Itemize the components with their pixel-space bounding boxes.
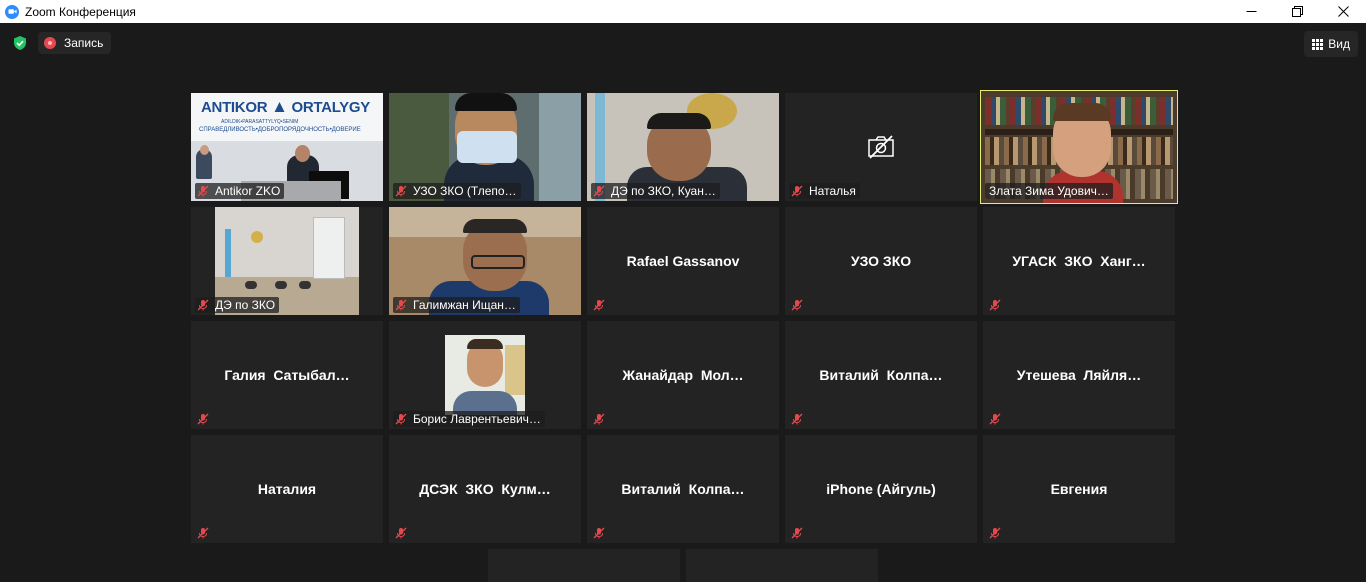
participant-nameplate: Antikor ZKO <box>195 183 285 199</box>
participant-name: УЗО ЗКО (Тлепо… <box>413 184 517 198</box>
participant-tile-vitaliy-2[interactable]: Виталий Колпа… <box>587 435 779 543</box>
participant-tile-uzo-zko-tlepo[interactable]: УЗО ЗКО (Тлепо… <box>389 93 581 201</box>
participant-name: Злата Зима Удович… <box>989 184 1109 198</box>
participant-display-name: ДСЭК ЗКО Кулм… <box>419 481 551 497</box>
participant-tile-partial[interactable] <box>686 549 878 582</box>
participant-display-name: Наталия <box>257 481 317 497</box>
window-titlebar: Zoom Конференция <box>0 0 1366 23</box>
participant-tile-nataliya[interactable]: Наталия <box>191 435 383 543</box>
zoom-app-icon <box>5 4 19 19</box>
muted-mic-icon <box>593 413 605 425</box>
profile-picture <box>445 335 525 415</box>
muted-mic-icon <box>791 299 803 311</box>
muted-mic-icon <box>197 299 209 311</box>
muted-mic-icon <box>593 185 605 197</box>
participant-tile-dsek-zko[interactable]: ДСЭК ЗКО Кулм… <box>389 435 581 543</box>
recording-indicator[interactable]: Запись <box>38 32 112 54</box>
participant-name: Борис Лаврентьевич… <box>413 412 541 426</box>
muted-mic-icon <box>593 527 605 539</box>
participant-nameplate: Галимжан Ищан… <box>393 297 520 313</box>
banner-brand-right: ORTALYGY <box>291 99 371 116</box>
participant-tile-de-zko-kuan[interactable]: ДЭ по ЗКО, Куан… <box>587 93 779 201</box>
muted-mic-icon <box>197 413 209 425</box>
restore-icon <box>1291 6 1303 17</box>
participant-nameplate: ДЭ по ЗКО, Куан… <box>591 183 720 199</box>
participant-tile-de-zko[interactable]: ДЭ по ЗКО <box>191 207 383 315</box>
participant-display-name: Галия Сатыбал… <box>224 367 350 383</box>
minimize-icon <box>1246 11 1256 12</box>
participant-display-name: Виталий Колпа… <box>621 481 745 497</box>
participant-tile-galiya[interactable]: Галия Сатыбал… <box>191 321 383 429</box>
participant-nameplate: Борис Лаврентьевич… <box>393 411 545 427</box>
security-shield-icon[interactable] <box>12 35 28 51</box>
participant-name: ДЭ по ЗКО <box>215 298 276 312</box>
participant-tile-zlata-zima-active[interactable]: Злата Зима Удович… <box>980 90 1178 204</box>
muted-mic-icon <box>395 413 407 425</box>
participant-tile-natalya[interactable]: Наталья <box>785 93 977 201</box>
participant-nameplate: ДЭ по ЗКО <box>195 297 280 313</box>
participant-tile-ugask-zko[interactable]: УГАСК ЗКО Ханг… <box>983 207 1175 315</box>
camera-off-icon <box>868 135 894 159</box>
view-label: Вид <box>1328 37 1350 51</box>
participant-nameplate: Наталья <box>789 183 860 199</box>
muted-mic-icon <box>395 185 407 197</box>
participant-display-name: УГАСК ЗКО Ханг… <box>1012 253 1146 269</box>
muted-mic-icon <box>395 527 407 539</box>
participant-tile-zhanaydar[interactable]: Жанайдар Мол… <box>587 321 779 429</box>
minimize-button[interactable] <box>1228 0 1274 23</box>
participant-name: Наталья <box>809 184 856 198</box>
record-icon <box>44 37 56 49</box>
muted-mic-icon <box>197 185 209 197</box>
banner-motto-kz: ADILDIK•PARASATTYLYQ•SENIM <box>221 119 299 125</box>
muted-mic-icon <box>593 299 605 311</box>
participant-display-name: Утешева Ляйля… <box>1016 367 1142 383</box>
muted-mic-icon <box>989 299 1001 311</box>
close-icon <box>1337 6 1349 17</box>
participant-display-name: УЗО ЗКО <box>850 253 912 269</box>
participant-tile-galimzhan[interactable]: Галимжан Ищан… <box>389 207 581 315</box>
grid-view-icon <box>1312 38 1324 50</box>
participant-nameplate: УЗО ЗКО (Тлепо… <box>393 183 521 199</box>
participant-tile-boris[interactable]: Борис Лаврентьевич… <box>389 321 581 429</box>
participant-tile-rafael-gassanov[interactable]: Rafael Gassanov <box>587 207 779 315</box>
participant-display-name: Виталий Колпа… <box>819 367 943 383</box>
restore-button[interactable] <box>1274 0 1320 23</box>
muted-mic-icon <box>791 527 803 539</box>
participant-tile-uzo-zko[interactable]: УЗО ЗКО <box>785 207 977 315</box>
window-controls <box>1228 0 1366 23</box>
participant-tile-uteshe[interactable]: Утешева Ляйля… <box>983 321 1175 429</box>
muted-mic-icon <box>791 413 803 425</box>
participant-tile-antikor-zko[interactable]: ANTIKOR ▲ ORTALYGY ADILDIK•PARASATTYLYQ•… <box>191 93 383 201</box>
participant-tile-vitaliy-1[interactable]: Виталий Колпа… <box>785 321 977 429</box>
close-button[interactable] <box>1320 0 1366 23</box>
participant-tile-partial[interactable] <box>488 549 680 582</box>
muted-mic-icon <box>395 299 407 311</box>
participant-name: Antikor ZKO <box>215 184 281 198</box>
muted-mic-icon <box>989 527 1001 539</box>
participant-display-name: iPhone (Айгуль) <box>826 481 936 497</box>
muted-mic-icon <box>197 527 209 539</box>
participant-display-name: Евгения <box>1050 481 1108 497</box>
recording-label: Запись <box>64 36 104 50</box>
participant-name: ДЭ по ЗКО, Куан… <box>611 184 716 198</box>
participant-tile-iphone-aygul[interactable]: iPhone (Айгуль) <box>785 435 977 543</box>
participant-tile-evgeniya[interactable]: Евгения <box>983 435 1175 543</box>
participant-name: Галимжан Ищан… <box>413 298 516 312</box>
participant-nameplate: Злата Зима Удович… <box>985 183 1113 199</box>
participant-display-name: Жанайдар Мол… <box>622 367 744 383</box>
meeting-topbar: Запись Вид <box>0 23 1366 63</box>
muted-mic-icon <box>791 185 803 197</box>
muted-mic-icon <box>989 413 1001 425</box>
window-title: Zoom Конференция <box>25 4 136 19</box>
banner-brand-left: ANTIKOR <box>201 99 268 116</box>
banner-motto-ru: СПРАВЕДЛИВОСТЬ•ДОБРОПОРЯДОЧНОСТЬ•ДОВЕРИЕ <box>199 127 361 133</box>
participant-display-name: Rafael Gassanov <box>626 253 740 269</box>
view-button[interactable]: Вид <box>1304 31 1358 57</box>
